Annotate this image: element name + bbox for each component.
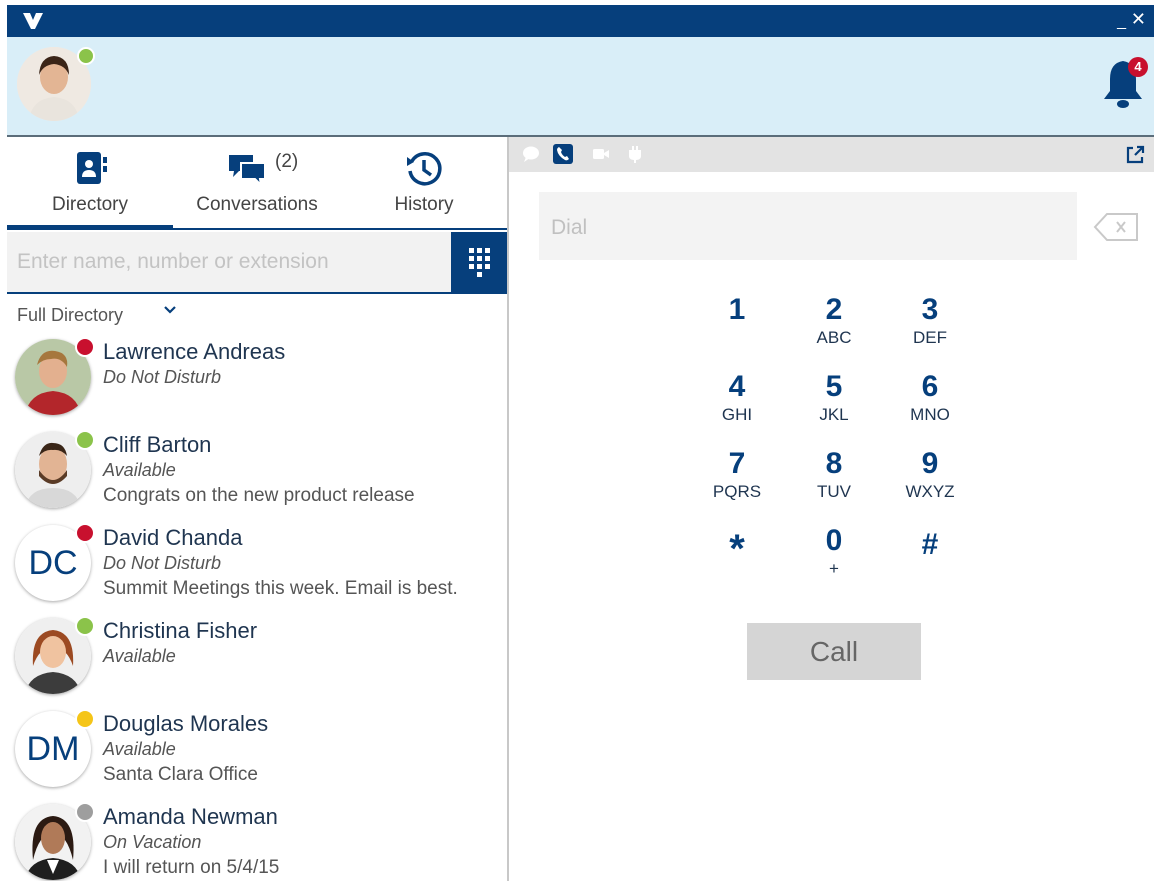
tab-directory-label: Directory <box>51 194 128 215</box>
dialpad-key-8[interactable]: 8 TUV <box>794 448 874 502</box>
contact-name: Lawrence Andreas <box>103 339 286 364</box>
tab-conversations[interactable]: (2) Conversations <box>173 137 341 225</box>
contact-status: Do Not Disturb <box>103 367 222 387</box>
key-letters: + <box>829 559 839 578</box>
call-button[interactable]: Call <box>747 623 921 680</box>
dial-field-box <box>539 192 1077 260</box>
key-letters: ABC <box>816 328 852 347</box>
key-digit: 3 <box>921 293 939 326</box>
app-logo-icon <box>23 13 43 29</box>
key-digit: 1 <box>728 293 746 326</box>
tab-history-label: History <box>394 194 454 215</box>
key-digit: 8 <box>825 447 843 480</box>
busy-call-icon <box>75 523 95 543</box>
chevron-down-icon[interactable] <box>163 303 177 317</box>
contact-name: Christina Fisher <box>103 618 258 643</box>
dialer-panel: 1 2 ABC 3 DEF 4 GHI 5 JKL 6 MNO 7 PQRS 8 <box>509 137 1154 881</box>
minimize-button[interactable]: _ <box>1117 13 1126 31</box>
vacation-icon <box>75 802 95 822</box>
key-digit: # <box>921 528 939 561</box>
conversations-icon <box>228 155 266 188</box>
contact-name: Cliff Barton <box>103 432 212 457</box>
dialpad-key-hash[interactable]: # <box>890 529 970 563</box>
contact-note: Summit Meetings this week. Email is best… <box>103 578 458 599</box>
app-window: _ ✕ 4 Directory (2) Conversations Histor… <box>7 5 1154 881</box>
do-not-disturb-icon <box>75 337 95 357</box>
contact-row[interactable]: DC David Chanda Do Not Disturb Summit Me… <box>7 521 507 613</box>
backspace-icon[interactable] <box>1093 212 1141 242</box>
contact-name: David Chanda <box>103 525 243 550</box>
dialpad-toggle-button[interactable] <box>451 232 507 294</box>
search-input[interactable] <box>15 246 439 278</box>
key-letters: WXYZ <box>905 482 955 501</box>
dial-input[interactable] <box>549 212 1053 244</box>
contact-row[interactable]: Christina Fisher Available <box>7 614 507 706</box>
contact-name: Douglas Morales <box>103 711 269 736</box>
mode-toolbar <box>509 137 1154 172</box>
notification-count-badge: 4 <box>1128 57 1148 77</box>
key-letters: MNO <box>910 405 950 424</box>
key-letters: PQRS <box>712 482 762 501</box>
video-mode-icon[interactable] <box>591 144 611 164</box>
contact-row[interactable]: Amanda Newman On Vacation I will return … <box>7 800 507 881</box>
contact-status: Available <box>103 739 176 759</box>
close-button[interactable]: ✕ <box>1131 9 1146 30</box>
dialpad-key-6[interactable]: 6 MNO <box>890 371 970 425</box>
dialpad-key-1[interactable]: 1 <box>697 294 777 328</box>
key-digit: 5 <box>825 370 843 403</box>
key-digit: 4 <box>728 370 746 403</box>
directory-icon <box>77 152 107 184</box>
key-digit: * <box>729 527 745 571</box>
dialpad-key-star[interactable]: * <box>697 527 777 571</box>
conversations-count: (2) <box>275 151 299 172</box>
contact-status: On Vacation <box>103 832 202 852</box>
popout-icon[interactable] <box>1124 144 1146 166</box>
chat-mode-icon[interactable] <box>521 144 541 164</box>
dialpad-key-9[interactable]: 9 WXYZ <box>890 448 970 502</box>
away-icon <box>75 709 95 729</box>
contact-row[interactable]: Cliff Barton Available Congrats on the n… <box>7 428 507 520</box>
key-digit: 7 <box>728 447 746 480</box>
contact-note: I will return on 5/4/15 <box>103 857 280 878</box>
key-letters: GHI <box>721 405 753 424</box>
contact-row[interactable]: DM Douglas Morales Available Santa Clara… <box>7 707 507 799</box>
available-icon <box>75 430 95 450</box>
profile-header: 4 <box>7 37 1154 137</box>
key-letters: DEF <box>913 328 947 347</box>
tab-history[interactable]: History <box>341 137 507 225</box>
key-letters: TUV <box>817 482 851 501</box>
contact-row[interactable]: Lawrence Andreas Do Not Disturb <box>7 335 507 427</box>
on-call-icon <box>75 616 95 636</box>
contact-note: Santa Clara Office <box>103 764 258 785</box>
dialpad-key-5[interactable]: 5 JKL <box>794 371 874 425</box>
title-bar: _ ✕ <box>7 5 1154 37</box>
contact-name: Amanda Newman <box>103 804 278 829</box>
tab-directory[interactable]: Directory <box>7 137 173 225</box>
active-tab-indicator <box>7 225 173 230</box>
phone-mode-icon[interactable] <box>553 144 573 164</box>
key-letters: JKL <box>819 405 849 424</box>
key-digit: 2 <box>825 293 843 326</box>
dialpad-icon <box>469 248 490 277</box>
directory-filter-dropdown[interactable]: Full Directory <box>17 305 123 326</box>
tab-conversations-label: Conversations <box>196 194 318 215</box>
my-status-available-icon <box>77 47 95 65</box>
contact-status: Available <box>103 460 176 480</box>
dialpad-key-4[interactable]: 4 GHI <box>697 371 777 425</box>
history-icon <box>407 152 442 186</box>
tab-bar: Directory (2) Conversations History <box>7 137 507 230</box>
key-digit: 9 <box>921 447 939 480</box>
contact-note: Congrats on the new product release <box>103 485 415 506</box>
key-digit: 6 <box>921 370 939 403</box>
dialpad-key-2[interactable]: 2 ABC <box>794 294 874 348</box>
left-panel: Directory (2) Conversations History Ente… <box>7 137 509 881</box>
contact-status: Available <box>103 646 176 666</box>
dialpad-key-7[interactable]: 7 PQRS <box>697 448 777 502</box>
contact-status: Do Not Disturb <box>103 553 222 573</box>
screen-share-mode-icon[interactable] <box>625 144 645 164</box>
dialpad-key-0[interactable]: 0 + <box>794 525 874 579</box>
dialpad-key-3[interactable]: 3 DEF <box>890 294 970 348</box>
key-digit: 0 <box>825 524 843 557</box>
search-box <box>7 232 451 294</box>
